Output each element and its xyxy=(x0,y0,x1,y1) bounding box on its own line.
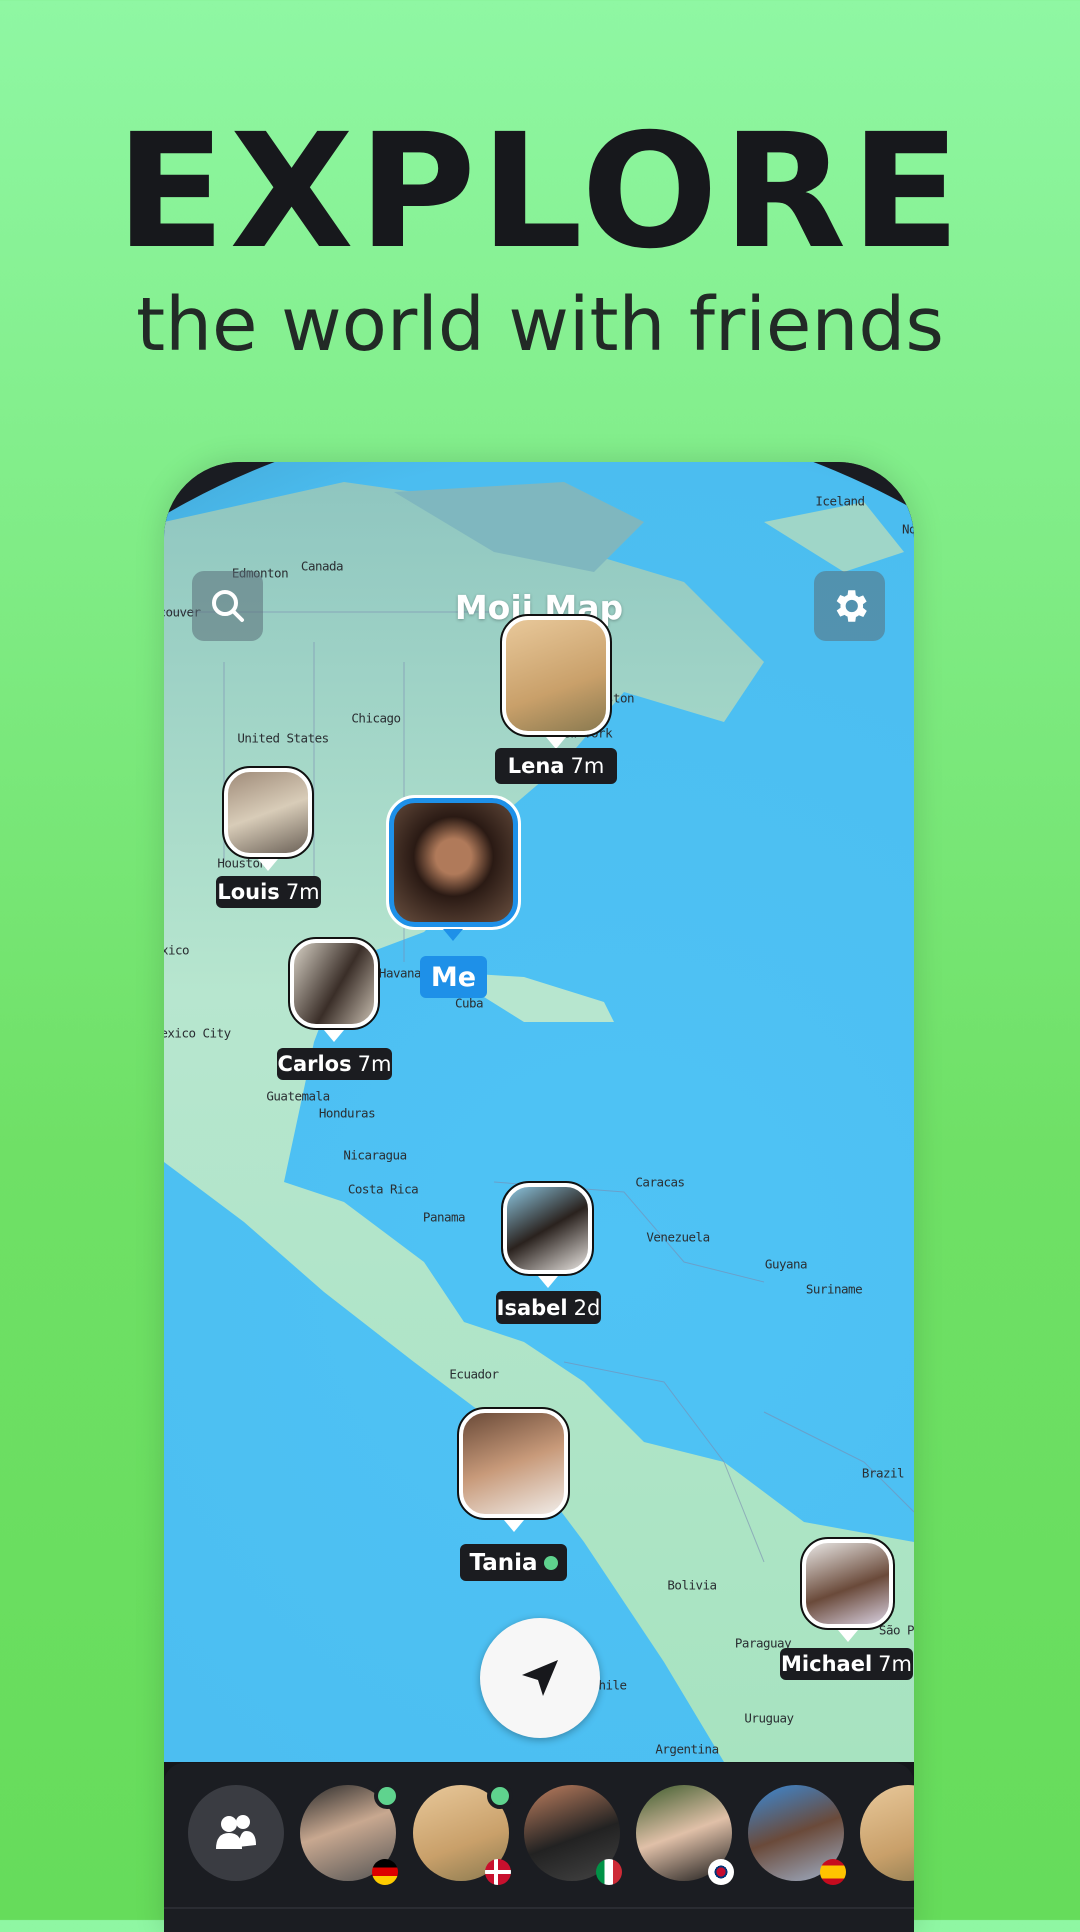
map-label: Nicaragua xyxy=(343,1147,407,1163)
friends-bar xyxy=(164,1763,914,1932)
map-label: Canada xyxy=(300,558,344,574)
flag-south-korea-icon xyxy=(708,1859,734,1885)
marker-label: Isabel 2d xyxy=(496,1291,601,1324)
map-label: United States xyxy=(237,730,329,746)
marker-label: Louis 7m xyxy=(216,876,321,908)
map-label: Caracas xyxy=(635,1174,685,1190)
settings-button[interactable] xyxy=(814,571,885,641)
map-label: Venezuela xyxy=(646,1229,710,1245)
marker-label: Michael 7m xyxy=(780,1648,913,1680)
map-label: Uruguay xyxy=(744,1710,794,1726)
flag-italy-icon xyxy=(596,1859,622,1885)
friend-avatar[interactable] xyxy=(748,1785,846,1885)
headline: EXPLORE xyxy=(115,100,965,284)
avatar xyxy=(457,1407,570,1520)
avatar xyxy=(500,614,612,737)
avatar xyxy=(386,795,521,930)
locate-me-button[interactable] xyxy=(480,1618,600,1738)
online-indicator xyxy=(487,1783,513,1809)
marker-label: Lena 7m xyxy=(495,748,617,784)
phone-screen: Iceland Canada Edmonton ncouver Chicago … xyxy=(164,462,914,1932)
map-label: Guatemala xyxy=(266,1088,330,1104)
map-label: Argentina xyxy=(655,1741,719,1757)
map-label: xico xyxy=(164,942,190,958)
map-label: Mexico City xyxy=(164,1025,231,1041)
friend-avatar[interactable] xyxy=(413,1783,513,1885)
flag-germany-icon xyxy=(372,1859,398,1885)
friend-avatar[interactable] xyxy=(636,1785,734,1885)
online-indicator xyxy=(374,1783,400,1809)
map-label: ston xyxy=(605,690,635,706)
map-label: Ecuador xyxy=(449,1366,499,1382)
map-label: Costa Rica xyxy=(347,1181,419,1197)
flag-spain-icon xyxy=(820,1859,846,1885)
avatar xyxy=(288,937,380,1030)
marker-label: Me xyxy=(420,956,487,998)
friend-avatar[interactable] xyxy=(524,1785,622,1885)
map-label: Guyana xyxy=(764,1256,808,1272)
navigation-arrow-icon xyxy=(522,1660,558,1696)
avatar xyxy=(800,1537,895,1630)
map-label: São Pa xyxy=(878,1622,914,1638)
map-label: Brazil xyxy=(861,1465,905,1481)
online-indicator xyxy=(543,1555,558,1570)
friends-button[interactable] xyxy=(188,1785,284,1881)
map-label: Havana xyxy=(378,965,422,981)
avatar xyxy=(222,766,314,859)
friends-icon xyxy=(216,1815,256,1849)
flag-denmark-icon xyxy=(485,1859,511,1885)
friend-avatar[interactable] xyxy=(300,1783,400,1885)
marker-label: Tania xyxy=(460,1544,567,1581)
divider xyxy=(164,1907,914,1909)
map-label: Panama xyxy=(422,1209,466,1225)
map-label: No xyxy=(901,521,914,537)
marker-label: Carlos 7m xyxy=(277,1048,392,1080)
avatar xyxy=(501,1181,594,1276)
map-label: Honduras xyxy=(318,1105,376,1121)
map-label: Suriname xyxy=(805,1281,863,1297)
subtitle: the world with friends xyxy=(136,282,944,368)
map-label: Chicago xyxy=(351,710,401,726)
gear-icon xyxy=(836,590,867,622)
map-label: Iceland xyxy=(815,493,865,509)
friend-avatar[interactable] xyxy=(860,1785,914,1881)
map-label: Bolivia xyxy=(667,1577,717,1593)
